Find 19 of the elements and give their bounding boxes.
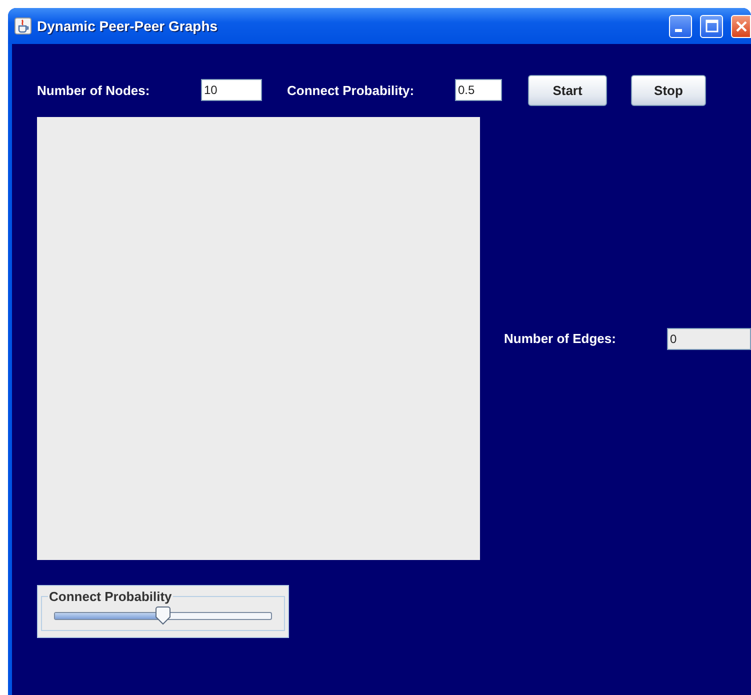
group-title: Connect Probability: [48, 589, 173, 604]
minimize-icon: [675, 29, 682, 32]
output-field[interactable]: 0: [667, 328, 751, 350]
action-button[interactable]: Stop: [631, 74, 706, 106]
cup-icon: [14, 17, 32, 35]
action-button[interactable]: Start: [528, 74, 607, 106]
maximize-icon: [704, 19, 718, 33]
field-label: Number of Nodes:: [37, 82, 151, 98]
input-field[interactable]: 10: [201, 79, 262, 101]
window-title: Dynamic Peer-Peer Graphs: [37, 18, 219, 34]
close-icon: [734, 20, 748, 32]
input-field[interactable]: 0.5: [455, 79, 502, 101]
field-label: Number of Edges:: [504, 331, 617, 346]
slider-thumb[interactable]: [155, 606, 171, 625]
minimize-button[interactable]: [669, 14, 692, 38]
close-button[interactable]: [731, 14, 751, 38]
maximize-button[interactable]: [700, 14, 723, 38]
slider-track[interactable]: [54, 612, 272, 620]
field-label: Connect Probability:: [287, 82, 416, 98]
